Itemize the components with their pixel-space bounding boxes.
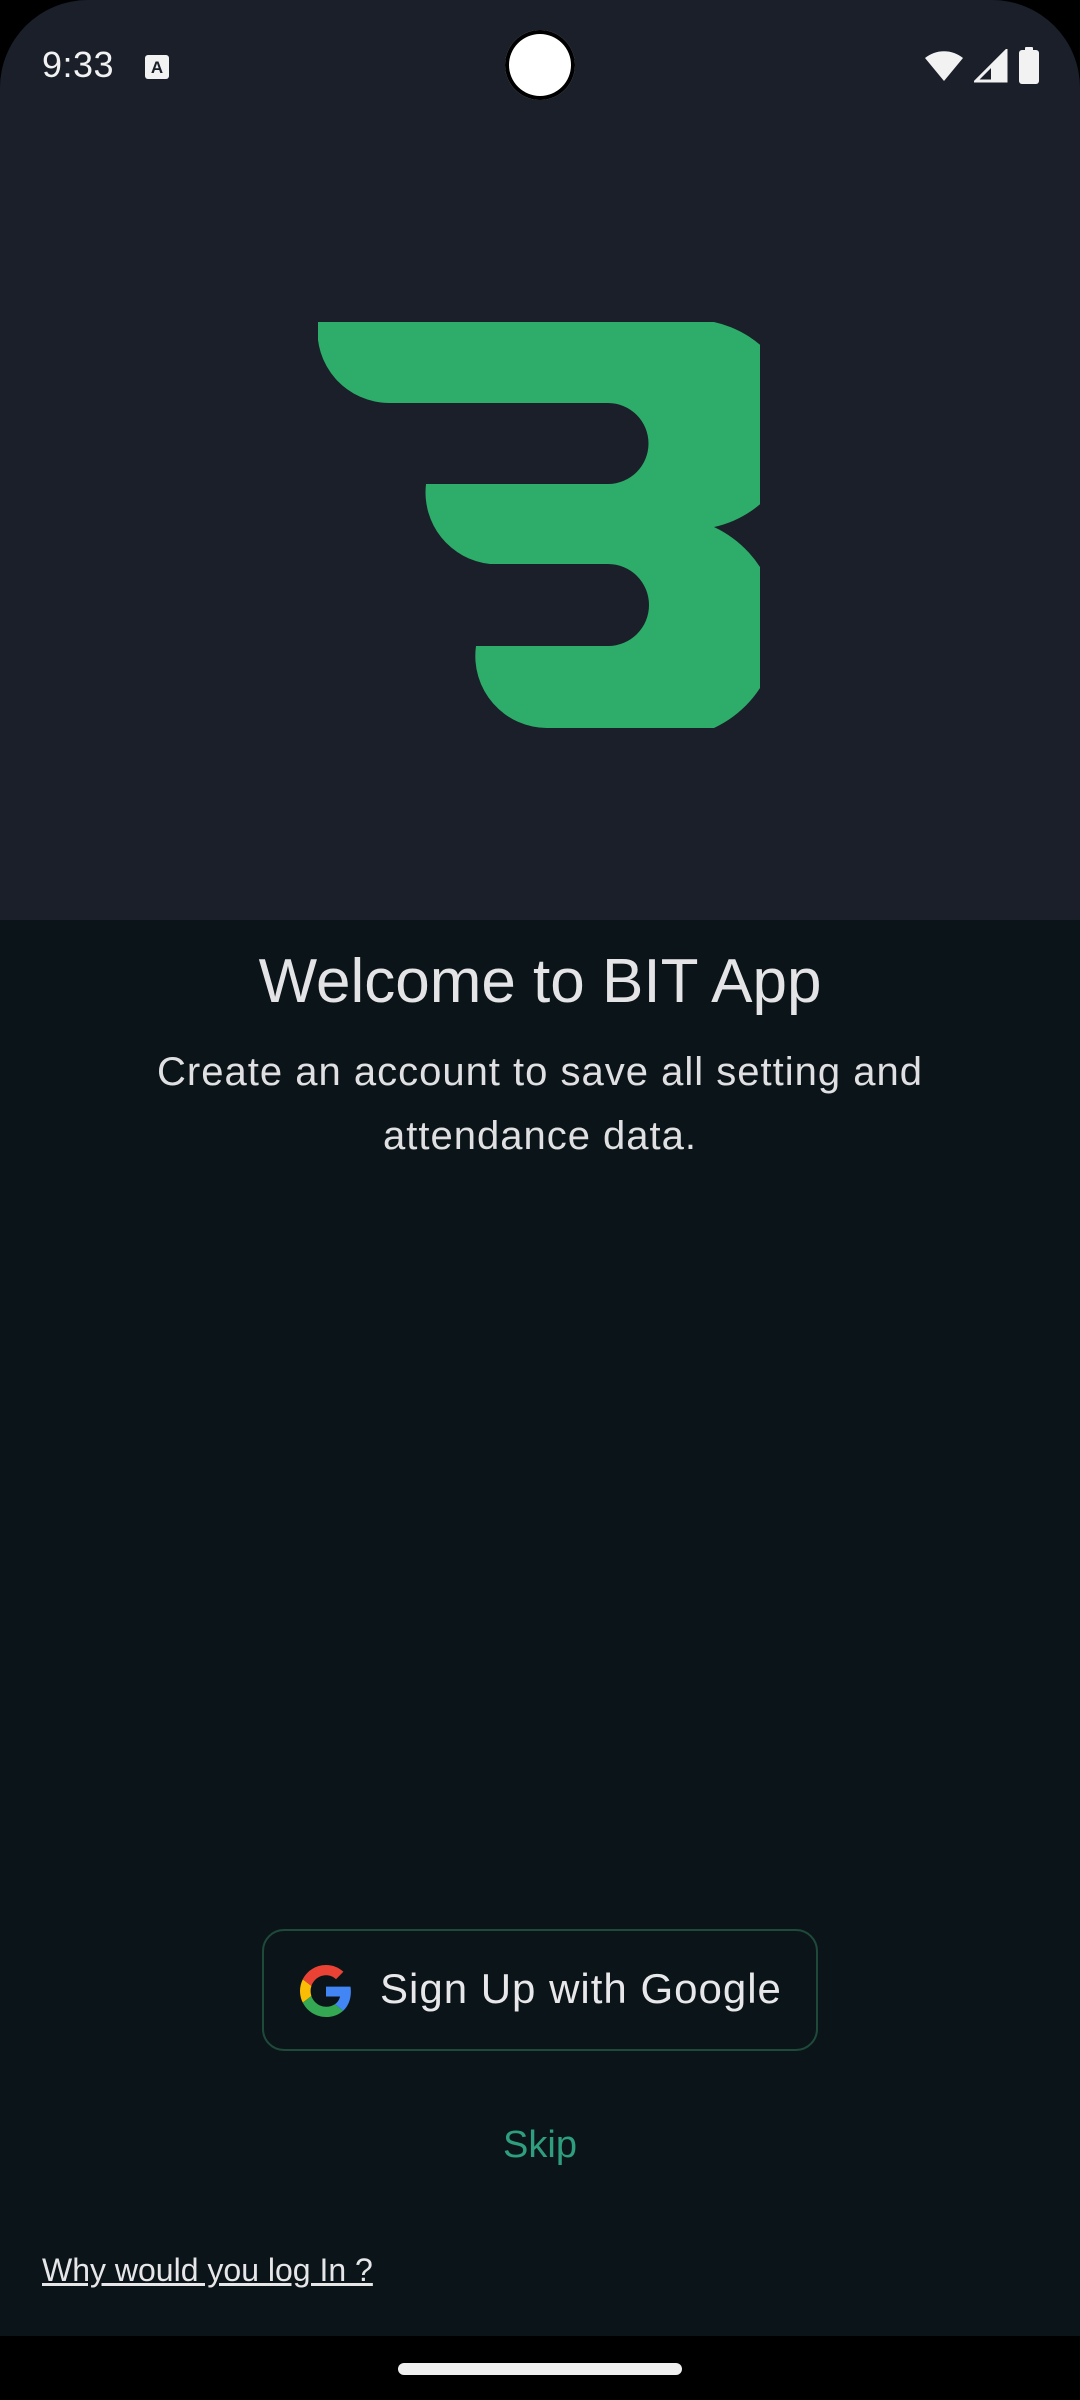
welcome-subtitle: Create an account to save all setting an… — [157, 1050, 923, 1158]
camera-cutout — [505, 30, 575, 100]
wifi-icon — [925, 51, 963, 81]
why-log-in-link[interactable]: Why would you log In ? — [42, 2252, 373, 2289]
sign-up-google-button[interactable]: Sign Up with Google — [262, 1929, 818, 2051]
status-bar: 9:33 A — [0, 0, 1080, 135]
hero-panel — [0, 0, 1080, 920]
welcome-screen: 9:33 A Welcome to BIT App Create an acco… — [0, 0, 1080, 2400]
svg-text:A: A — [151, 58, 163, 77]
welcome-title: Welcome to BIT App — [258, 947, 822, 1016]
home-indicator[interactable] — [398, 2363, 682, 2375]
sign-up-google-label: Sign Up with Google — [380, 1965, 782, 2012]
text-notification-icon: A — [145, 55, 169, 79]
status-icons — [924, 46, 1040, 86]
status-time: 9:33 — [42, 44, 115, 85]
skip-button[interactable]: Skip — [440, 2110, 640, 2180]
google-g-icon — [300, 1965, 351, 2017]
cell-signal-icon — [974, 49, 1008, 83]
battery-icon — [1019, 47, 1039, 84]
bit-logo-icon — [318, 322, 760, 728]
